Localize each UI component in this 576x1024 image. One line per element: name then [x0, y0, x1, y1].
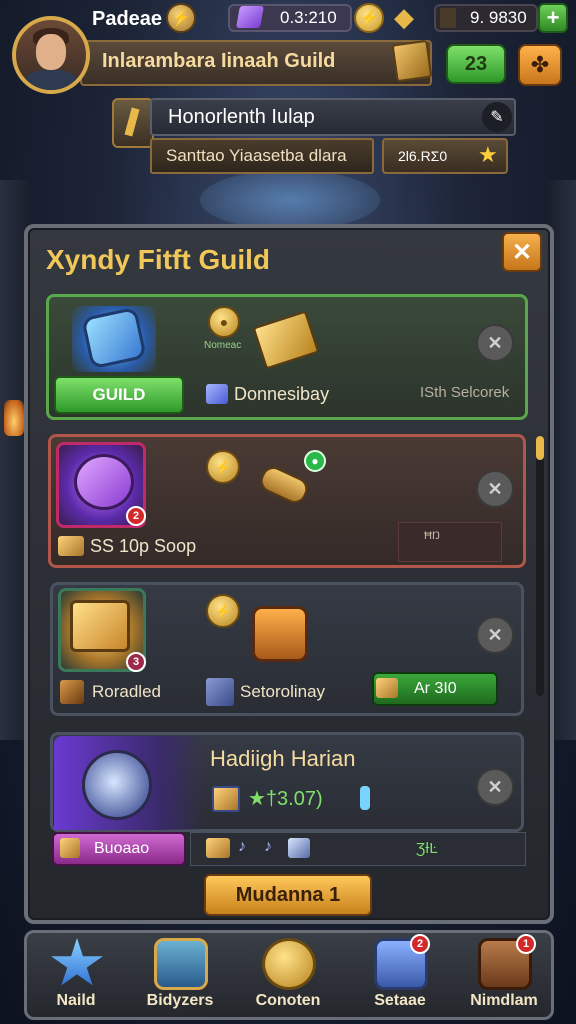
gold-coin-icon[interactable]: ⚡ [354, 3, 384, 33]
card3-badge: 3 [126, 652, 146, 672]
bronze-medal-icon: ● [208, 306, 240, 338]
resource-icon [440, 8, 456, 28]
nav-badge: 2 [410, 934, 430, 954]
gem-icon [236, 6, 264, 28]
card3-chip-label: Ar 3I0 [414, 680, 457, 697]
panel-title: Xyndy Fitft Guild [46, 244, 270, 275]
scrollbar-track[interactable] [536, 436, 544, 696]
nav-label: Nimdlam [470, 992, 538, 1009]
map-icon [212, 786, 240, 812]
honor-title: Honorlenth Iulap [168, 106, 315, 128]
golden-helmet-icon [70, 600, 130, 652]
card4-stat: ★†3.07) [248, 788, 323, 810]
sword-icon [60, 680, 84, 704]
card4-title: Hadiigh Harian [210, 746, 356, 771]
nav-item-nimdlam[interactable]: 1 Nimdlam [456, 934, 552, 1018]
claim-button[interactable]: Mudanna 1 [204, 874, 372, 916]
card2-box-label: ĦŊ [424, 530, 440, 542]
player-name: Padeae [92, 8, 163, 30]
gem-value: 0.3:210 [280, 8, 337, 27]
resource-value: 9. 9830 [470, 8, 527, 27]
barrel-reward-icon [252, 606, 308, 662]
chest-icon [154, 938, 208, 990]
gold-pile-icon: ◆ [394, 2, 414, 32]
nav-badge: 1 [516, 934, 536, 954]
coin-icon[interactable]: ⚡ [166, 3, 196, 33]
nav-label: Conoten [255, 992, 321, 1009]
star-icon [51, 938, 103, 986]
coin-icon [262, 938, 316, 990]
key-icon: ♪ [264, 838, 272, 855]
nav-label: Setaae [374, 992, 426, 1009]
magic-orb-icon [82, 750, 152, 820]
treasure-icon [58, 536, 84, 556]
potion-icon [360, 786, 370, 810]
guild-name: Inlarambara Iinaah Guild [102, 50, 336, 72]
star-icon: ★ [478, 142, 498, 167]
guild-count-button[interactable]: 23 [446, 44, 506, 84]
avatar-body [24, 70, 78, 90]
purple-relic-icon [74, 454, 134, 510]
crystal-icon [206, 384, 228, 404]
background-portal-glow [200, 170, 380, 230]
card1-dismiss-button[interactable]: ✕ [476, 324, 514, 362]
gold-coin-reward-icon: ⚡ [206, 450, 240, 484]
shield-icon [206, 678, 234, 706]
guild-button[interactable]: GUILD [54, 376, 184, 414]
gold-icon [376, 678, 398, 698]
nav-label: Bidyzers [146, 992, 214, 1009]
card2-badge: 2 [126, 506, 146, 526]
card3-label-left: Roradled [92, 682, 161, 701]
card2-footer-label: SS 10p Soop [90, 536, 197, 556]
honor-banner-icon [112, 98, 154, 148]
card2-info-box [398, 522, 502, 562]
scrollbar-thumb[interactable] [536, 436, 544, 460]
card3-label-mid: Setorolinay [240, 682, 326, 701]
card1-mini-label: Nomeac [204, 340, 242, 351]
avatar-face [36, 34, 66, 70]
torch-decoration [4, 400, 24, 436]
nav-item-naild[interactable]: Naild [28, 934, 124, 1018]
player-avatar[interactable] [12, 16, 90, 94]
card1-right-label: ISth Selcorek [420, 384, 510, 401]
card4-button-label: Buoaao [94, 840, 150, 857]
honor-subtitle: Santtao Yiaasetba dlara [166, 146, 347, 165]
add-resource-button[interactable]: + [538, 3, 568, 33]
gold-icon [60, 838, 80, 858]
guild-menu-button[interactable]: ✤ [518, 44, 562, 86]
gold-coin-reward-icon: ⚡ [206, 594, 240, 628]
card3-dismiss-button[interactable]: ✕ [476, 616, 514, 654]
close-panel-button[interactable]: ✕ [502, 232, 542, 272]
nav-item-conoten[interactable]: Conoten [240, 934, 336, 1018]
card4-dismiss-button[interactable]: ✕ [476, 768, 514, 806]
nav-item-bidyzers[interactable]: Bidyzers [132, 934, 228, 1018]
guild-emblem-icon [391, 39, 433, 83]
nav-item-setaae[interactable]: 2 Setaae [352, 934, 448, 1018]
gold-block-icon [206, 838, 230, 858]
edit-icon[interactable]: ✎ [482, 102, 512, 132]
key-icon: ♪ [238, 838, 246, 855]
card1-sub-label: Donnesibay [234, 384, 330, 404]
card4-strip-value: ƷƗĿ [416, 840, 438, 857]
nav-label: Naild [56, 992, 96, 1009]
crystal-icon [288, 838, 310, 858]
card2-dismiss-button[interactable]: ✕ [476, 470, 514, 508]
honor-value: 2Ɩ6.RƩ0 [398, 148, 448, 164]
green-token-icon: ● [304, 450, 326, 472]
